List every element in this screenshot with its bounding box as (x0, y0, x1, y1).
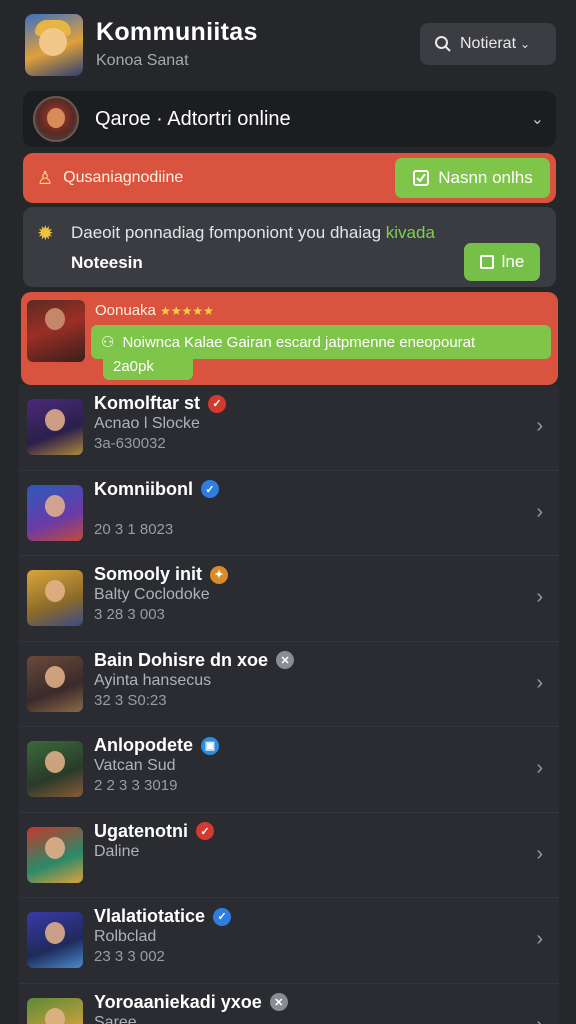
list-item[interactable]: Yoroaaniekadi yxoe ✕ Saree › (19, 983, 559, 1024)
notifications-button[interactable]: Notierat ⌄ (420, 23, 556, 65)
community-subtitle: Acnao l Slocke (94, 415, 200, 432)
community-name-text: Komniibonl (94, 478, 193, 499)
notifications-label: Notierat (460, 35, 517, 52)
community-meta: 3 28 3 003 (94, 606, 165, 623)
community-name: Ugatenotni ✓ (94, 821, 214, 842)
status-banner: ♙ Qusaniagnodiine Nasnn onlhs (23, 153, 556, 203)
community-thumbnail (27, 655, 83, 712)
featured-name: Oonuaka ★★★★★ (95, 302, 214, 319)
verified-badge-icon: ✕ (269, 993, 288, 1011)
community-thumbnail (27, 912, 83, 968)
verified-badge-icon: ✓ (208, 394, 227, 413)
verified-badge-icon: ✓ (196, 822, 214, 840)
community-name-text: Yoroaaniekadi yxoe (94, 991, 262, 1012)
community-list: Komolftar st ✓ Acnao l Slocke 3a-630032 … (19, 385, 559, 1024)
community-thumbnail (27, 826, 83, 883)
verified-badge-icon: ✦ (210, 565, 228, 584)
online-button[interactable]: Nasnn onlhs (395, 158, 550, 198)
featured-thumbnail (27, 300, 85, 362)
shield-check-icon (413, 170, 430, 186)
user-alert-icon: ♙ (37, 167, 54, 188)
community-subtitle: Daline (94, 842, 140, 860)
community-meta: 20 3 1 8023 (94, 520, 174, 538)
list-item[interactable]: Vlalatiotatice ✓ Rolbclad 23 3 3 002 › (19, 898, 559, 984)
chevron-down-icon: ⌄ (530, 111, 544, 128)
featured-description-text: Noiwnca Kalae Gairan escard jatpmenne en… (122, 333, 476, 351)
verified-badge-icon: ✕ (276, 651, 295, 669)
community-name: Bain Dohisre dn xoe ✕ (94, 649, 295, 671)
community-name: Anlopodete ▣ (94, 735, 219, 756)
community-name: Komniibonl ✓ (94, 479, 219, 500)
featured-description: ⚇ Noiwnca Kalae Gairan escard jatpmenne … (91, 325, 551, 359)
chevron-down-icon: ⌄ (520, 37, 531, 51)
community-name-text: Somooly init (94, 564, 202, 584)
gear-icon: ✹ (37, 223, 54, 245)
rating-stars: ★★★★★ (160, 304, 214, 318)
community-meta: 23 3 3 002 (94, 948, 165, 965)
chevron-right-icon: › (536, 671, 543, 694)
community-name-text: Komolftar st (94, 393, 201, 413)
notice-card: ✹ Daeoit ponnadiag fomponiont you dhaiag… (23, 207, 556, 287)
community-name-text: Anlopodete (94, 735, 193, 755)
page-title: Kommuniitas (96, 18, 258, 46)
page-subtitle: Konoa Sanat (96, 52, 189, 69)
chevron-right-icon: › (536, 842, 543, 865)
verified-badge-icon: ✓ (200, 480, 219, 498)
community-name: Somooly init ✦ (94, 564, 228, 585)
list-item[interactable]: Ugatenotni ✓ Daline › (19, 812, 559, 898)
list-item[interactable]: Somooly init ✦ Balty Coclodoke 3 28 3 00… (19, 556, 559, 642)
community-subtitle: Vatcan Sud (94, 757, 176, 774)
community-thumbnail (27, 741, 83, 797)
community-thumbnail (27, 570, 83, 626)
community-meta: 2 2 3 3 3019 (94, 777, 178, 794)
community-name-text: Vlalatiotatice (94, 906, 206, 926)
community-thumbnail (27, 997, 83, 1024)
community-name: Yoroaaniekadi yxoe ✕ (94, 992, 288, 1013)
community-meta: 3a-630032 (94, 435, 166, 452)
status-banner-text: Qusaniagnodiine (63, 169, 184, 186)
checkbox-icon (479, 255, 494, 269)
community-name-text: Bain Dohisre dn xoe (94, 649, 269, 670)
notice-text: Daeoit ponnadiag fomponiont you dhaiag k… (71, 223, 435, 243)
app-avatar[interactable] (25, 14, 83, 76)
list-item[interactable]: Komolftar st ✓ Acnao l Slocke 3a-630032 … (19, 385, 559, 471)
community-thumbnail (27, 399, 83, 455)
game-emblem-icon (33, 96, 79, 142)
notice-text-highlight: kivada (385, 223, 435, 242)
online-button-label: Nasnn onlhs (438, 168, 533, 187)
game-selector[interactable]: Qaroe · Adtortri online ⌄ (23, 91, 556, 147)
chevron-right-icon: › (536, 415, 543, 437)
chevron-right-icon: › (536, 1014, 543, 1024)
notice-button[interactable]: lne (464, 243, 540, 281)
chevron-right-icon: › (536, 757, 543, 779)
community-name-text: Ugatenotni (94, 820, 188, 841)
notice-text-main: Daeoit ponnadiag fomponiont you dhaiag (71, 223, 382, 242)
community-meta: 32 3 S0:23 (94, 691, 167, 709)
chevron-right-icon: › (536, 586, 543, 608)
game-selector-label: Qaroe · Adtortri online (95, 107, 291, 130)
avatar-face (39, 28, 67, 56)
community-subtitle: Saree (94, 1013, 137, 1024)
community-name: Vlalatiotatice ✓ (94, 906, 232, 927)
community-subtitle: Ayinta hansecus (94, 671, 212, 689)
list-item[interactable]: Komniibonl ✓ 20 3 1 8023 › (19, 470, 559, 556)
verified-badge-icon: ✓ (213, 907, 232, 926)
chevron-right-icon: › (536, 928, 543, 950)
user-icon: ⚇ (101, 334, 115, 351)
community-subtitle: Balty Coclodoke (94, 586, 210, 603)
featured-name-text: Oonuaka (95, 302, 156, 319)
community-subtitle: Rolbclad (94, 928, 157, 945)
chevron-right-icon: › (536, 500, 543, 523)
featured-count: 2a0pk (103, 358, 193, 380)
list-item[interactable]: Bain Dohisre dn xoe ✕ Ayinta hansecus 32… (19, 641, 559, 727)
app-header: Kommuniitas Konoa Sanat Notierat ⌄ (0, 0, 576, 88)
verified-badge-icon: ▣ (201, 736, 219, 755)
notice-title: Noteesin (71, 253, 143, 272)
featured-item[interactable]: Oonuaka ★★★★★ ⚇ Noiwnca Kalae Gairan esc… (21, 292, 558, 385)
list-item[interactable]: Anlopodete ▣ Vatcan Sud 2 2 3 3 3019 › (19, 727, 559, 813)
search-icon (435, 36, 451, 52)
community-thumbnail (27, 484, 83, 541)
notice-button-label: lne (501, 252, 525, 271)
community-name: Komolftar st ✓ (94, 393, 227, 414)
